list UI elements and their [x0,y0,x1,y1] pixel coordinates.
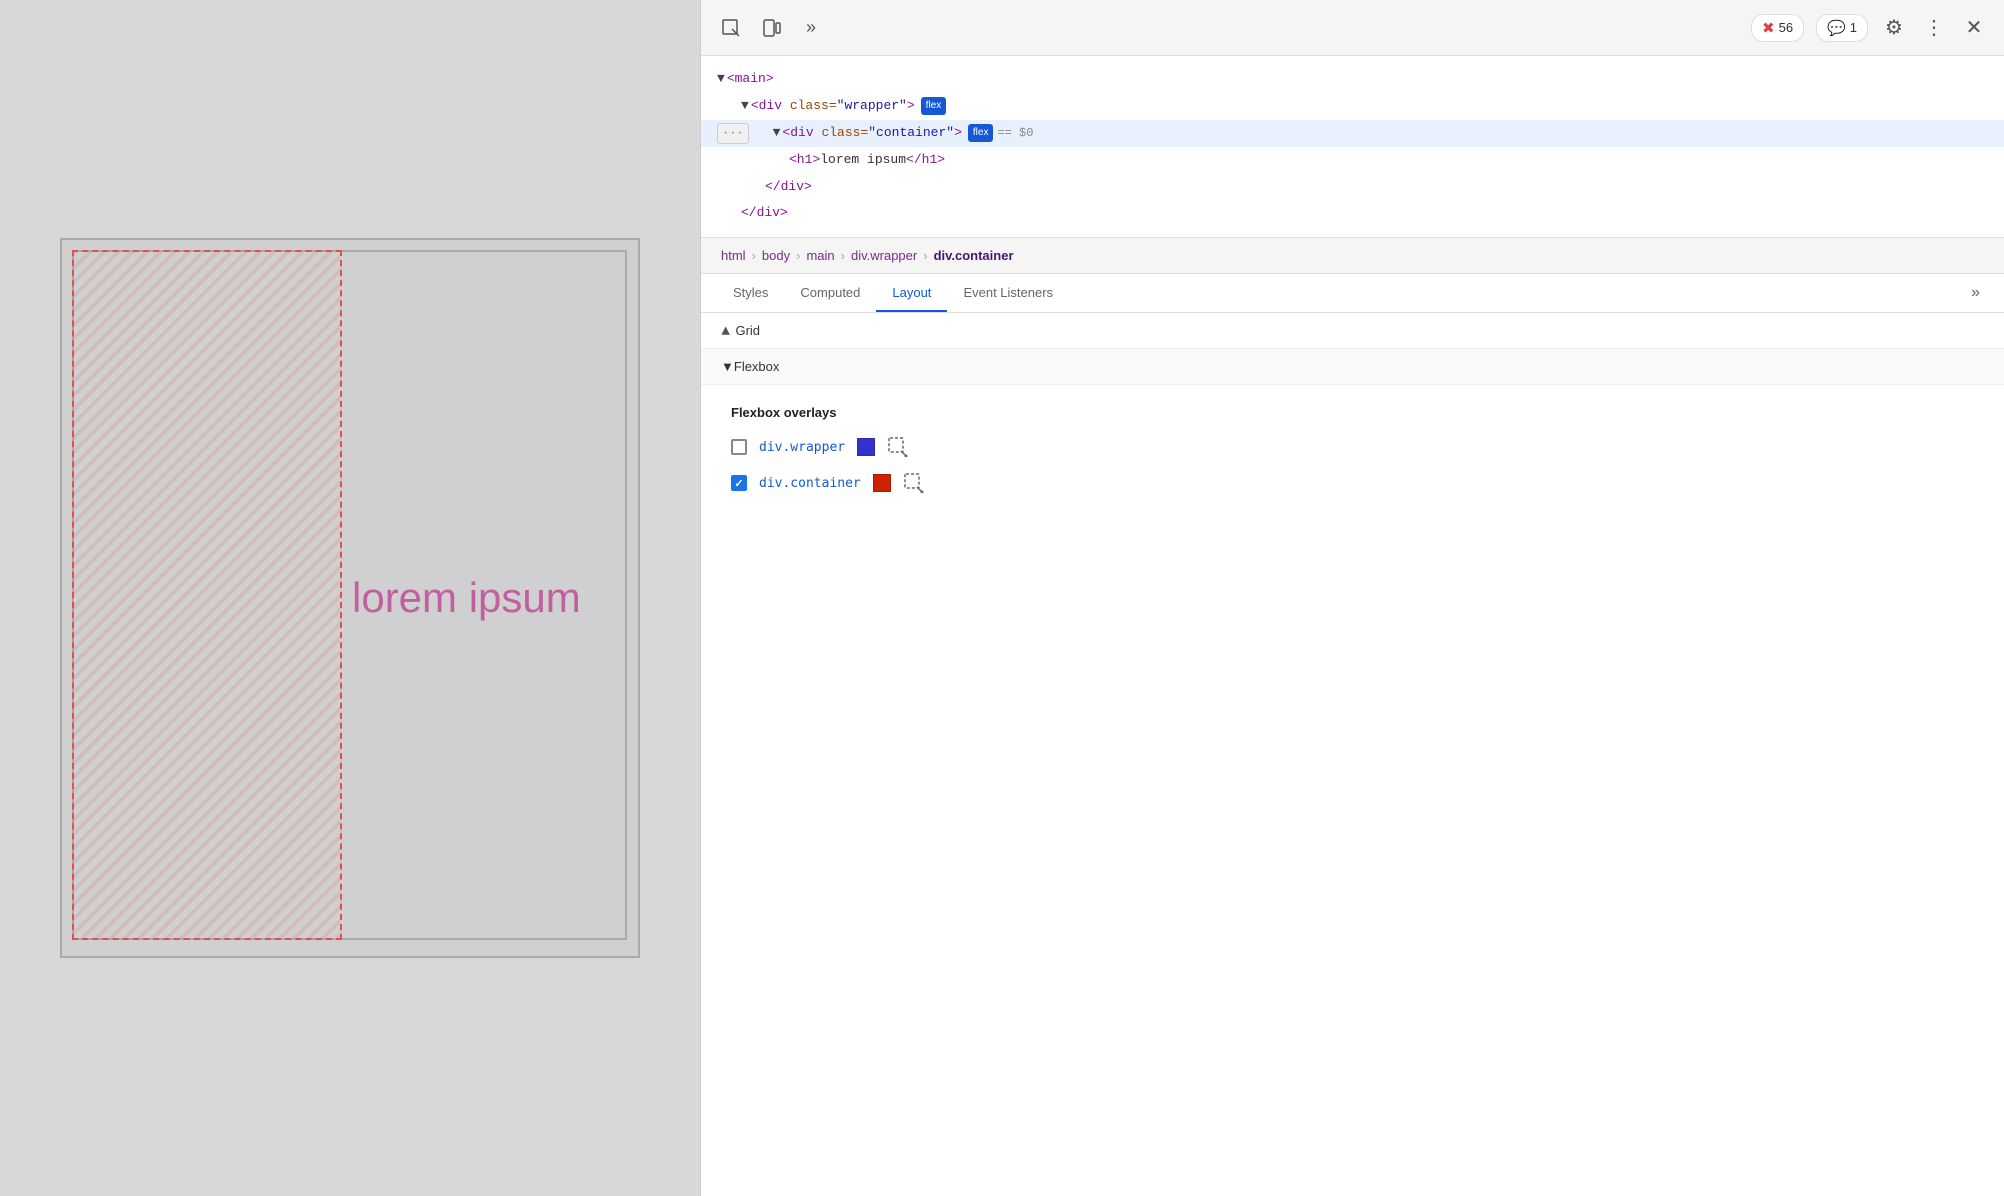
more-tools-button[interactable]: » [797,14,825,42]
wrapper-overlay-icon[interactable] [887,436,909,458]
flex-badge-wrapper[interactable]: flex [921,97,947,115]
tree-row-h1[interactable]: <h1>lorem ipsum</h1> [701,147,2004,174]
device-toolbar-button[interactable] [757,14,785,42]
tag-h1: <h1>lorem ipsum</h1> [789,150,945,171]
inspect-element-button[interactable] [717,14,745,42]
grid-section-label: Grid [735,323,760,338]
breadcrumb-wrapper[interactable]: div.wrapper [847,246,921,265]
overlay-row-container: div.container [731,472,1974,494]
tree-arrow: ▼ [773,123,781,144]
chevron-right-icon: » [806,17,816,38]
container-overlay-icon[interactable] [903,472,925,494]
close-icon: ✕ [1966,15,1983,40]
tree-row-wrapper[interactable]: ▼ <div class="wrapper"> flex [701,93,2004,120]
tabs-bar: Styles Computed Layout Event Listeners » [701,274,2004,313]
tree-row-close-div[interactable]: </div> [701,174,2004,201]
breadcrumb-bar: html › body › main › div.wrapper › div.c… [701,238,2004,274]
container-color-swatch[interactable] [873,474,891,492]
wrapper-checkbox[interactable] [731,439,747,455]
flexbox-overlays-label: Flexbox overlays [731,405,1974,420]
settings-button[interactable]: ⚙ [1880,14,1908,42]
tab-layout[interactable]: Layout [876,275,947,312]
flex-badge-container[interactable]: flex [968,124,994,142]
tag-div-container: <div class="container"> [782,123,961,144]
lorem-ipsum-text: lorem ipsum [352,574,581,622]
tree-arrow: ▼ [741,96,749,117]
tag-div-wrapper: <div class="wrapper"> [751,96,915,117]
grid-section-header[interactable]: ▶ Grid [701,313,2004,349]
flexbox-arrow-icon: ▼ [721,359,734,374]
console-icon: 💬 [1827,19,1846,37]
flexbox-section-label: Flexbox [734,359,780,374]
wrapper-color-swatch[interactable] [857,438,875,456]
eq-badge: == $0 [997,124,1033,143]
more-options-button[interactable]: ⋮ [1920,14,1948,42]
tree-arrow: ▼ [717,69,725,90]
gear-icon: ⚙ [1885,15,1903,40]
overlay-row-wrapper: div.wrapper [731,436,1974,458]
breadcrumb-body[interactable]: body [758,246,794,265]
flexbox-section: ▼ Flexbox Flexbox overlays div.wrapper [701,349,2004,528]
grid-arrow-icon: ▶ [719,326,732,334]
container-overlay-name[interactable]: div.container [759,476,861,491]
tabs-more-button[interactable]: » [1963,274,1988,312]
container-checkbox[interactable] [731,475,747,491]
console-badge[interactable]: 💬 1 [1816,14,1868,42]
tab-computed[interactable]: Computed [784,275,876,312]
viewport-panel: lorem ipsum [0,0,700,1196]
breadcrumb-main[interactable]: main [802,246,838,265]
ellipsis-icon: ⋮ [1924,15,1944,40]
console-count: 1 [1850,20,1857,35]
error-badge[interactable]: ✖ 56 [1751,14,1804,42]
flexbox-section-header[interactable]: ▼ Flexbox [701,349,2004,385]
devtools-panel: » ✖ 56 💬 1 ⚙ ⋮ ✕ ▼ <main> [700,0,2004,1196]
tab-event-listeners[interactable]: Event Listeners [947,275,1069,312]
breadcrumb-html[interactable]: html [717,246,750,265]
close-button[interactable]: ✕ [1960,14,1988,42]
tag-main: <main> [727,69,774,90]
tree-row-close-div2[interactable]: </div> [701,200,2004,227]
tag-close-div2: </div> [741,203,788,224]
devtools-toolbar: » ✖ 56 💬 1 ⚙ ⋮ ✕ [701,0,2004,56]
breadcrumb-container[interactable]: div.container [930,246,1018,265]
ellipsis-button[interactable]: ··· [717,123,749,144]
browser-content: lorem ipsum [60,238,640,958]
flex-container-overlay [72,250,342,940]
error-count: 56 [1779,20,1793,35]
devtools-content: ▶ Grid ▼ Flexbox Flexbox overlays div.wr… [701,313,2004,1196]
error-icon: ✖ [1762,19,1775,37]
tree-row-main[interactable]: ▼ <main> [701,66,2004,93]
tab-styles[interactable]: Styles [717,275,784,312]
wrapper-overlay-name[interactable]: div.wrapper [759,440,845,455]
tag-close-div: </div> [765,177,812,198]
html-tree: ▼ <main> ▼ <div class="wrapper"> flex ··… [701,56,2004,238]
flexbox-content: Flexbox overlays div.wrapper [701,385,2004,528]
tree-row-container[interactable]: ··· ▼ <div class="container"> flex == $0 [701,120,2004,147]
